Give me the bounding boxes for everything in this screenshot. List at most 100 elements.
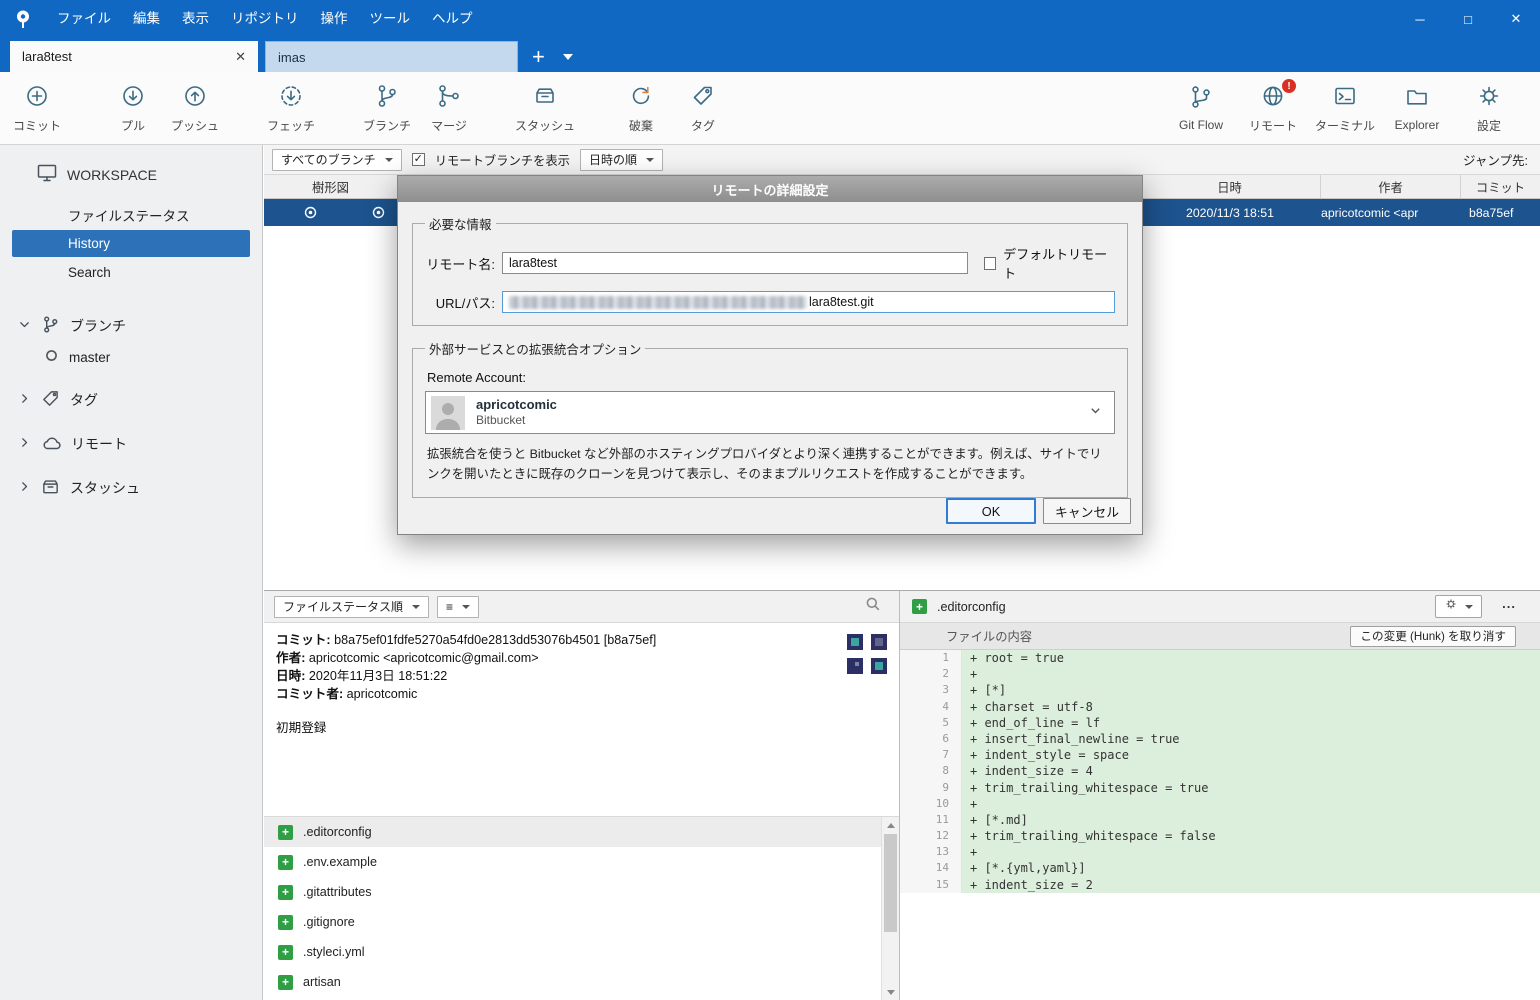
diff-options-dropdown[interactable] bbox=[1435, 595, 1483, 618]
close-icon[interactable]: ✕ bbox=[1492, 0, 1540, 38]
search-icon[interactable] bbox=[865, 596, 881, 617]
menu-edit[interactable]: 編集 bbox=[122, 0, 171, 38]
scroll-down-icon[interactable] bbox=[882, 984, 899, 1000]
sidebar-item-file-status[interactable]: ファイルステータス bbox=[12, 201, 250, 228]
sidebar-section-branches[interactable]: ブランチ bbox=[0, 310, 262, 342]
chevron-right-icon[interactable] bbox=[18, 392, 31, 408]
stash-box-icon bbox=[41, 477, 60, 499]
diff-line: 14 + [*.{yml,yaml}] bbox=[900, 860, 1540, 877]
fetch-button[interactable]: フェッチ bbox=[260, 77, 322, 139]
tab-lara8test[interactable]: lara8test ✕ bbox=[10, 41, 258, 72]
tag-icon bbox=[41, 389, 60, 411]
committer-name: apricotcomic bbox=[346, 686, 418, 701]
discard-button[interactable]: 破棄 bbox=[610, 77, 672, 139]
settings-button[interactable]: 設定 bbox=[1458, 77, 1520, 139]
diff-line: 15 + indent_size = 2 bbox=[900, 876, 1540, 893]
chevron-down-icon bbox=[412, 604, 421, 609]
sidebar-item-history[interactable]: History bbox=[12, 230, 250, 257]
branch-filter-dropdown[interactable]: すべてのブランチ bbox=[272, 148, 402, 171]
menu-actions[interactable]: 操作 bbox=[310, 0, 359, 38]
tag-button[interactable]: タグ bbox=[672, 77, 734, 139]
file-added-icon: + bbox=[278, 884, 293, 900]
menu-help[interactable]: ヘルプ bbox=[421, 0, 484, 38]
column-graph: 樹形図 bbox=[264, 175, 398, 198]
undo-hunk-button[interactable]: この変更 (Hunk) を取り消す bbox=[1350, 625, 1516, 647]
chevron-right-icon[interactable] bbox=[18, 436, 31, 452]
maximize-icon[interactable]: □ bbox=[1444, 0, 1492, 38]
file-sort-dropdown[interactable]: ファイルステータス順 bbox=[274, 595, 430, 618]
sidebar-section-remotes[interactable]: リモート bbox=[0, 428, 262, 460]
sidebar-branch-master[interactable]: master bbox=[0, 342, 262, 372]
menu-tools[interactable]: ツール bbox=[359, 0, 422, 38]
diff-line: 1 + root = true bbox=[900, 650, 1540, 667]
tab-imas[interactable]: imas bbox=[265, 41, 518, 72]
hunk-title: ファイルの内容 bbox=[946, 630, 1033, 644]
remote-name-input[interactable] bbox=[502, 252, 968, 274]
commit-hash: b8a75ef01fdfe5270a54fd0e2813dd53076b4501… bbox=[334, 633, 657, 647]
explorer-button[interactable]: Explorer bbox=[1386, 77, 1448, 139]
diff-line: 11 + [*.md] bbox=[900, 811, 1540, 829]
sourcetree-window: ファイル 編集 表示 リポジトリ 操作 ツール ヘルプ ─ □ ✕ lara8t… bbox=[0, 0, 1540, 1000]
sort-order-dropdown[interactable]: 日時の順 bbox=[579, 148, 663, 171]
main-toolbar: コミット プル プッシュ フェッチ ブランチ マージ スタッシュ 破棄 タグ G… bbox=[0, 72, 1540, 145]
diff-line: 8 + indent_size = 4 bbox=[900, 763, 1540, 780]
file-row[interactable]: + .editorconfig bbox=[264, 817, 881, 847]
new-tab-button[interactable]: + bbox=[518, 46, 559, 72]
monitor-icon bbox=[36, 162, 58, 187]
menu-repository[interactable]: リポジトリ bbox=[220, 0, 310, 38]
file-row[interactable]: + .gitignore bbox=[264, 907, 881, 937]
view-mode-dropdown[interactable]: ≡ bbox=[437, 595, 480, 618]
title-bar: ファイル 編集 表示 リポジトリ 操作 ツール ヘルプ ─ □ ✕ bbox=[0, 0, 1540, 38]
gitflow-button[interactable]: Git Flow bbox=[1170, 77, 1232, 139]
tab-overflow-icon[interactable] bbox=[562, 54, 573, 60]
repository-tab-bar: lara8test ✕ imas + bbox=[0, 38, 1540, 72]
remote-branches-checkbox[interactable]: ✓ bbox=[411, 153, 425, 166]
scroll-up-icon[interactable] bbox=[882, 817, 899, 833]
remote-account-select[interactable]: apricotcomic Bitbucket bbox=[425, 391, 1115, 434]
url-input[interactable]: lara8test.git bbox=[502, 291, 1115, 313]
more-options-button[interactable]: ... bbox=[1492, 596, 1528, 617]
chevron-right-icon[interactable] bbox=[18, 480, 31, 496]
commit-icon bbox=[24, 83, 50, 112]
remote-button[interactable]: ! リモート bbox=[1242, 77, 1304, 139]
default-remote-checkbox[interactable] bbox=[983, 256, 997, 270]
ok-button[interactable]: OK bbox=[946, 498, 1036, 524]
cancel-button[interactable]: キャンセル bbox=[1043, 498, 1131, 524]
gear-icon bbox=[1476, 83, 1502, 112]
file-row[interactable]: + artisan bbox=[264, 967, 881, 997]
stash-button[interactable]: スタッシュ bbox=[514, 77, 576, 139]
file-row[interactable]: + .styleci.yml bbox=[264, 937, 881, 967]
file-row[interactable]: + .env.example bbox=[264, 847, 881, 877]
diff-line: 5 + end_of_line = lf bbox=[900, 714, 1540, 731]
branch-icon bbox=[41, 315, 60, 337]
menu-view[interactable]: 表示 bbox=[171, 0, 220, 38]
sidebar-item-search[interactable]: Search bbox=[12, 259, 250, 286]
merge-button[interactable]: マージ bbox=[418, 77, 480, 139]
column-commit: コミット bbox=[1475, 180, 1526, 195]
diff-line: 7 + indent_style = space bbox=[900, 747, 1540, 764]
integration-legend: 外部サービスとの拡張統合オプション bbox=[429, 343, 642, 357]
tag-icon bbox=[690, 83, 716, 112]
sidebar-section-stashes[interactable]: スタッシュ bbox=[0, 472, 262, 504]
branch-button[interactable]: ブランチ bbox=[356, 77, 418, 139]
push-button[interactable]: プッシュ bbox=[164, 77, 226, 139]
file-row[interactable]: + .gitattributes bbox=[264, 877, 881, 907]
jump-to-label: ジャンプ先: bbox=[1463, 154, 1528, 168]
minimize-icon[interactable]: ─ bbox=[1396, 0, 1444, 38]
menu-file[interactable]: ファイル bbox=[46, 0, 122, 38]
close-tab-icon[interactable]: ✕ bbox=[225, 49, 246, 65]
commit-button[interactable]: コミット bbox=[6, 77, 68, 139]
chevron-down-icon[interactable] bbox=[18, 318, 31, 334]
terminal-button[interactable]: ターミナル bbox=[1314, 77, 1376, 139]
url-visible-text: lara8test.git bbox=[809, 295, 874, 309]
column-author: 作者 bbox=[1321, 175, 1461, 198]
chevron-down-icon bbox=[1465, 604, 1474, 609]
sidebar-section-tags[interactable]: タグ bbox=[0, 384, 262, 416]
pull-button[interactable]: プル bbox=[102, 77, 164, 139]
scrollbar-thumb[interactable] bbox=[884, 834, 897, 932]
column-date: 日時 bbox=[1139, 175, 1321, 198]
file-added-icon: + bbox=[912, 599, 927, 614]
commit-sha: b8a75ef bbox=[1469, 205, 1514, 220]
sidebar: WORKSPACE ファイルステータス History Search ブランチ … bbox=[0, 145, 263, 1000]
scrollbar[interactable] bbox=[881, 817, 899, 1000]
